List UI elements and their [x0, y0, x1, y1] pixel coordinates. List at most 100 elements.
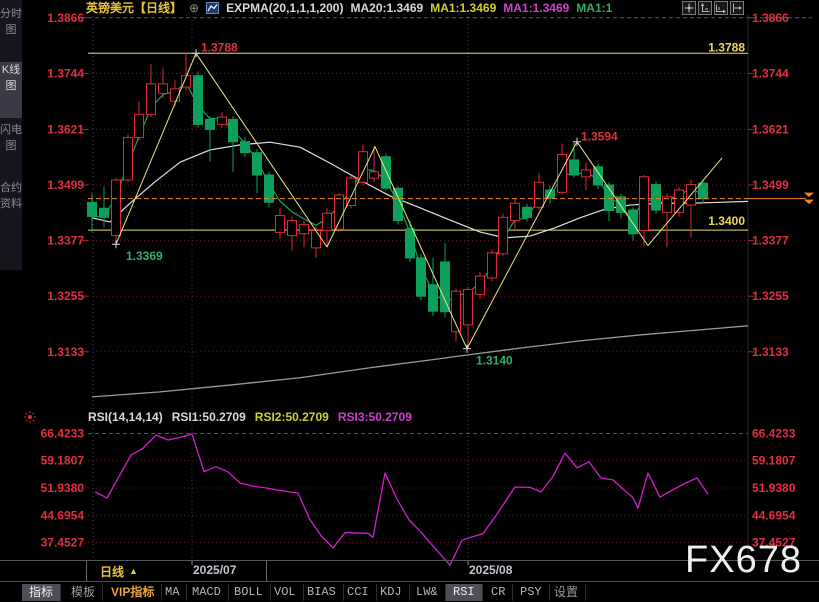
- sidebar-tab-lightning-chart[interactable]: 闪电图: [0, 122, 22, 176]
- candle-body: [159, 84, 168, 94]
- price-axis-label-right: 1.3255: [752, 289, 789, 303]
- candle-body: [218, 117, 227, 124]
- toolbar-tab-cci[interactable]: CCI: [340, 584, 377, 601]
- candle: [582, 163, 591, 190]
- axis-shift-out-icon[interactable]: [730, 1, 744, 15]
- candle-body: [488, 253, 497, 278]
- price-axis-label-right: 1.3133: [752, 345, 789, 359]
- candle: [511, 199, 520, 231]
- price-axis-label-right: 1.3744: [752, 66, 789, 80]
- toolbar-tab-ma[interactable]: MA: [158, 584, 187, 601]
- trendline-layer: [112, 49, 722, 352]
- period-label: 日线: [100, 563, 124, 580]
- x-axis-tick-july: 2025/07: [193, 563, 236, 577]
- price-axis-label-right: 1.3499: [752, 178, 789, 192]
- candle-body: [241, 142, 250, 153]
- sidebar-tab-time-chart[interactable]: 分时图: [0, 6, 22, 58]
- add-symbol-icon[interactable]: ⊕: [189, 1, 199, 15]
- indicator-label: EXPMA(20,1,1,1,200): [226, 1, 343, 15]
- candle-body: [253, 153, 262, 175]
- period-selector[interactable]: 日线 ▲: [86, 561, 267, 581]
- candle-body: [112, 180, 121, 236]
- line-chart-icon[interactable]: [206, 2, 219, 14]
- rsi-axis-label-left: 51.9380: [41, 481, 85, 495]
- chart-tool-buttons: [682, 1, 744, 15]
- candle: [265, 172, 274, 208]
- candle-body: [558, 154, 567, 192]
- rsi2-value: RSI2:50.2709: [255, 410, 329, 424]
- candle: [652, 182, 661, 214]
- candle-body: [546, 190, 555, 198]
- candle: [218, 113, 227, 128]
- rsi-axis-label-right: 44.6954: [752, 508, 796, 522]
- crosshair-move-icon[interactable]: [682, 1, 696, 15]
- bottom-toolbar: 指标 模板 VIP指标 MA MACD BOLL VOL BIAS CCI KD…: [0, 582, 819, 602]
- zigzag-trendline: [116, 53, 722, 348]
- toolbar-tab-kdj[interactable]: KDJ: [373, 584, 410, 601]
- x-axis-tick-august: 2025/08: [469, 563, 512, 577]
- price-axis-label-left: 1.3499: [47, 178, 84, 192]
- price-axis-label-left: 1.3621: [47, 122, 84, 136]
- sidebar-tab-kline-chart[interactable]: K线图: [0, 62, 22, 118]
- rsi-axis-label-right: 59.1807: [752, 454, 796, 468]
- toolbar-tab-vol[interactable]: VOL: [267, 584, 304, 601]
- candle: [276, 208, 285, 238]
- chart-canvas[interactable]: 1.38661.38661.37441.37441.36211.36211.34…: [0, 0, 819, 602]
- candle-body: [652, 185, 661, 211]
- indicator-settings-icon[interactable]: [23, 410, 37, 429]
- toolbar-tab-rsi[interactable]: RSI: [446, 584, 483, 601]
- ma1-value-green: MA1:1: [576, 1, 612, 15]
- toolbar-tab-bias[interactable]: BIAS: [300, 584, 344, 601]
- candle-body: [523, 207, 532, 217]
- candle-body: [499, 217, 508, 253]
- ma-white-line: [92, 142, 748, 238]
- toolbar-tab-psy[interactable]: PSY: [513, 584, 550, 601]
- price-axis-label-right: 1.3377: [752, 234, 789, 248]
- candle-body: [206, 119, 215, 129]
- candle: [382, 154, 391, 191]
- candle: [406, 221, 415, 262]
- rsi1-value: RSI1:50.2709: [172, 410, 246, 424]
- rsi-indicator-name: RSI(14,14,14): [88, 410, 163, 424]
- candle-body: [629, 210, 638, 234]
- price-annotation: 1.3400: [708, 214, 745, 228]
- axis-scale-up-icon[interactable]: [698, 1, 712, 15]
- candle: [253, 149, 262, 193]
- candle: [206, 116, 215, 162]
- rsi-line-layer: [95, 434, 708, 565]
- pivot-cross-marker: [192, 49, 200, 57]
- rsi-axis-label-right: 66.4233: [752, 426, 796, 440]
- sidebar-tab-contract-info[interactable]: 合约资料: [0, 180, 22, 252]
- toolbar-tab-settings[interactable]: 设置: [547, 584, 586, 601]
- candle-body: [135, 114, 144, 137]
- toolbar-tab-macd[interactable]: MACD: [185, 584, 229, 601]
- candle-body: [464, 289, 473, 325]
- toolbar-tab-cr[interactable]: CR: [484, 584, 513, 601]
- price-annotation: 1.3788: [708, 40, 745, 54]
- candle: [112, 178, 121, 245]
- toolbar-tab-lw[interactable]: LW&: [409, 584, 446, 601]
- toolbar-tab-vip-indicators[interactable]: VIP指标: [104, 584, 162, 601]
- price-axis-label-left: 1.3377: [47, 234, 84, 248]
- rsi-line: [95, 434, 708, 565]
- price-axis-label-right: 1.3621: [752, 122, 789, 136]
- chevron-up-icon: ▲: [129, 566, 138, 576]
- ma20-value: MA20:1.3469: [350, 1, 423, 15]
- toolbar-tab-indicators[interactable]: 指标: [22, 584, 61, 601]
- candle: [147, 64, 156, 117]
- candle-body: [124, 138, 133, 180]
- candle: [535, 173, 544, 210]
- ma1-value-magenta: MA1:1.3469: [503, 1, 569, 15]
- candle-body: [582, 170, 591, 177]
- toolbar-tab-boll[interactable]: BOLL: [227, 584, 271, 601]
- fx678-watermark: FX678: [685, 539, 802, 582]
- candle: [229, 116, 238, 172]
- toolbar-tab-templates[interactable]: 模板: [64, 584, 103, 601]
- candle: [417, 254, 426, 301]
- axis-scale-right-icon[interactable]: [714, 1, 728, 15]
- candle-body: [370, 172, 379, 178]
- rsi-axis-label-left: 66.4233: [41, 426, 85, 440]
- candle: [135, 101, 144, 140]
- candle: [546, 185, 555, 203]
- candle: [699, 179, 708, 204]
